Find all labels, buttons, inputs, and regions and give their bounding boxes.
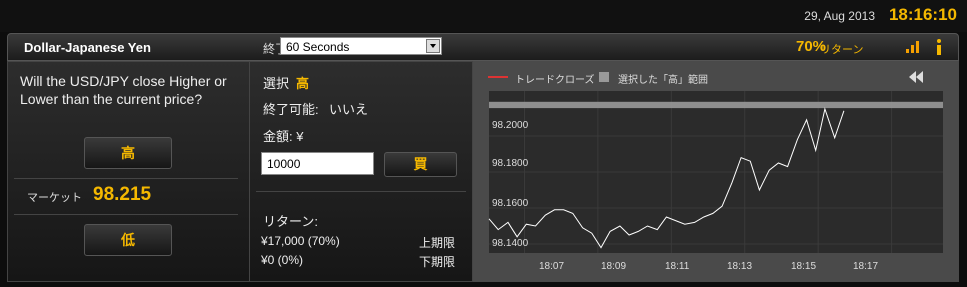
lower-limit-label: 下期限	[419, 255, 456, 269]
y-tick-label: 98.1600	[492, 198, 529, 209]
selection-label: 選択	[263, 76, 290, 91]
upper-return-amount: ¥17,000 (70%)	[261, 234, 340, 248]
x-tick-label: 18:09	[601, 261, 627, 272]
selection-value: 高	[296, 76, 310, 91]
y-tick-label: 98.1400	[492, 238, 529, 249]
x-tick-label: 18:13	[727, 261, 753, 272]
trade-header: Dollar-Japanese Yen 終了 60 Seconds 70% リタ…	[7, 33, 959, 61]
x-tick-label: 18:07	[539, 261, 565, 272]
divider	[14, 178, 238, 179]
high-button[interactable]: 高	[84, 137, 172, 169]
current-time: 18:16:10	[888, 5, 957, 24]
y-tick-label: 98.2000	[492, 120, 529, 131]
signal-bars-icon[interactable]	[906, 41, 920, 53]
upper-limit-label: 上期限	[419, 236, 456, 250]
expiry-select-value: 60 Seconds	[286, 40, 350, 54]
x-tick-label: 18:15	[791, 261, 817, 272]
payout-label: リターン	[820, 44, 864, 56]
expiry-select[interactable]: 60 Seconds	[280, 37, 442, 55]
top-bar: 29, Aug 2013 18:16:10	[0, 0, 967, 32]
lower-return-amount: ¥0 (0%)	[261, 253, 304, 267]
price-plot	[488, 91, 943, 253]
chevron-down-icon[interactable]	[426, 39, 440, 53]
closable-label: 終了可能:	[263, 102, 319, 117]
closable-value: いいえ	[329, 102, 369, 117]
trade-question: Will the USD/JPY close Higher or Lower t…	[20, 73, 227, 107]
divider	[249, 61, 250, 282]
info-icon[interactable]	[936, 39, 942, 55]
price-chart: トレードクローズ 選択した「高」範囲 98.2000 98.1800 98.16…	[473, 61, 959, 282]
y-tick-label: 98.1800	[492, 158, 529, 169]
asset-name: Dollar-Japanese Yen	[24, 40, 151, 55]
amount-input[interactable]: 10000	[261, 152, 374, 175]
market-price: 98.215	[93, 184, 152, 205]
divider	[256, 191, 466, 192]
x-tick-label: 18:11	[665, 261, 690, 272]
return-label: リターン:	[263, 214, 318, 229]
amount-label: 金額: ¥	[263, 129, 304, 144]
low-button[interactable]: 低	[84, 224, 172, 256]
selected-range-band	[489, 101, 943, 109]
x-tick-label: 18:17	[853, 261, 879, 272]
current-date: 29, Aug 2013	[804, 9, 875, 23]
market-label: マーケット	[27, 192, 82, 204]
divider	[14, 214, 238, 215]
buy-button[interactable]: 買	[384, 152, 457, 177]
